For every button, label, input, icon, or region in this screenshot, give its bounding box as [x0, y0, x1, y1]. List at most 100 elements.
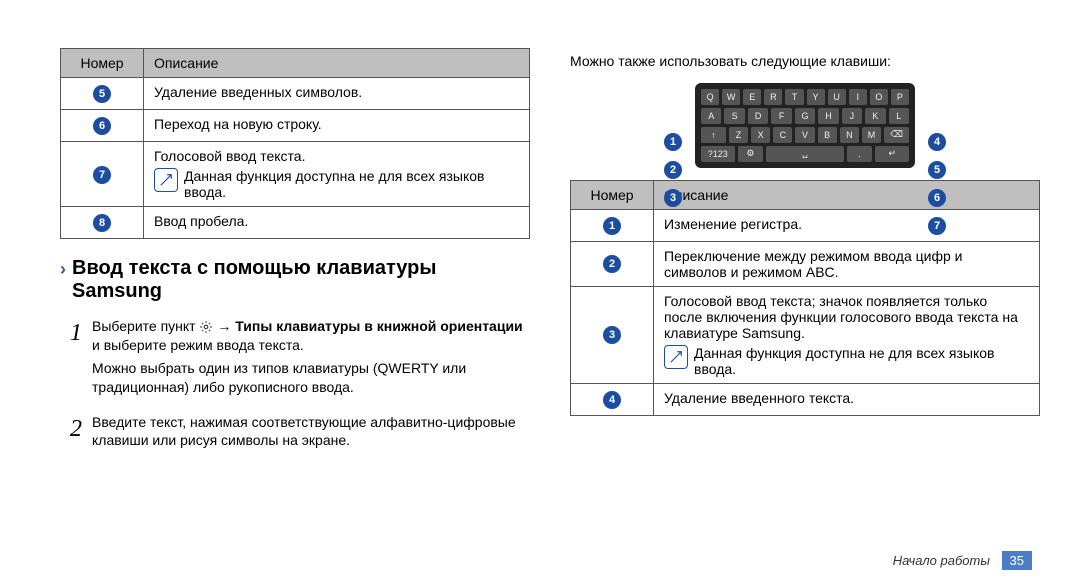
- right-th-desc: Описание: [654, 180, 1040, 209]
- callouts-left: 1 2 3: [664, 133, 682, 207]
- keyboard-row: Q W E R T Y U I O P: [701, 89, 909, 105]
- table-row: 5 Удаление введенных символов.: [61, 78, 530, 110]
- shift-key: ↑: [701, 127, 726, 143]
- cell-desc: Голосовой ввод текста; значок появляется…: [654, 286, 1040, 383]
- section-title: › Ввод текста с помощью клавиатуры Samsu…: [60, 257, 530, 303]
- left-th-num: Номер: [61, 49, 144, 78]
- key: T: [785, 89, 803, 105]
- key: U: [828, 89, 846, 105]
- enter-key: ↵: [875, 146, 909, 162]
- keyboard-row: ↑ Z X C V B N M ⌫: [701, 127, 909, 143]
- page: Номер Описание 5 Удаление введенных симв…: [0, 0, 1080, 586]
- circled-2-icon: 2: [603, 255, 621, 273]
- key: Z: [729, 127, 748, 143]
- key: Y: [807, 89, 825, 105]
- page-number: 35: [1002, 551, 1032, 570]
- note-text: Данная функция доступна не для всех язык…: [694, 345, 1029, 377]
- step-text: и выберите режим ввода текста.: [92, 337, 304, 353]
- dot-key: .: [847, 146, 873, 162]
- circled-6-icon: 6: [93, 117, 111, 135]
- table-row: 3 Голосовой ввод текста; значок появляет…: [571, 286, 1040, 383]
- key: L: [889, 108, 909, 124]
- note-icon: [664, 345, 688, 369]
- key: F: [771, 108, 791, 124]
- cell-text: Голосовой ввод текста; значок появляется…: [664, 293, 1029, 341]
- cell-desc: Переход на новую строку.: [144, 110, 530, 142]
- left-th-desc: Описание: [144, 49, 530, 78]
- key: X: [751, 127, 770, 143]
- mode-key: ?123: [701, 146, 735, 162]
- key: A: [701, 108, 721, 124]
- cell-desc: Удаление введенных символов.: [144, 78, 530, 110]
- circled-3-icon: 3: [603, 326, 621, 344]
- key: R: [764, 89, 782, 105]
- key: C: [773, 127, 792, 143]
- keyboard-row: A S D F G H J K L: [701, 108, 909, 124]
- right-column: Можно также использовать следующие клави…: [570, 48, 1040, 556]
- right-table: Номер Описание 1 Изменение регистра. 2 П…: [570, 180, 1040, 416]
- note: Данная функция доступна не для всех язык…: [664, 345, 1029, 377]
- callout-3-icon: 3: [664, 189, 682, 207]
- note-text: Данная функция доступна не для всех язык…: [184, 168, 519, 200]
- cell-desc: Голосовой ввод текста. Данная функция до…: [144, 142, 530, 207]
- step-text: Введите текст, нажимая соответствующие а…: [92, 414, 516, 449]
- step-1: 1 Выберите пункт → Типы клавиатуры в кни…: [60, 317, 530, 401]
- callout-5-icon: 5: [928, 161, 946, 179]
- key: E: [743, 89, 761, 105]
- key: H: [818, 108, 838, 124]
- step-body: Введите текст, нажимая соответствующие а…: [92, 413, 530, 451]
- circled-1-icon: 1: [603, 217, 621, 235]
- callout-6-icon: 6: [928, 189, 946, 207]
- left-table: Номер Описание 5 Удаление введенных симв…: [60, 48, 530, 239]
- cell-desc: Изменение регистра.: [654, 209, 1040, 241]
- note-icon: [154, 168, 178, 192]
- gear-icon: [199, 320, 213, 334]
- table-row: 2 Переключение между режимом ввода цифр …: [571, 241, 1040, 286]
- callout-2-icon: 2: [664, 161, 682, 179]
- key: G: [795, 108, 815, 124]
- keyboard-figure: Q W E R T Y U I O P A S D F G H: [670, 83, 940, 168]
- circled-8-icon: 8: [93, 214, 111, 232]
- key: N: [840, 127, 859, 143]
- table-row: 6 Переход на новую строку.: [61, 110, 530, 142]
- left-column: Номер Описание 5 Удаление введенных симв…: [60, 48, 530, 556]
- keyboard: Q W E R T Y U I O P A S D F G H: [695, 83, 915, 168]
- key: Q: [701, 89, 719, 105]
- callouts-right: 4 5 6 7: [928, 133, 946, 235]
- step-text: →: [217, 318, 235, 334]
- circled-4-icon: 4: [603, 391, 621, 409]
- backspace-key: ⌫: [884, 127, 909, 143]
- key: W: [722, 89, 740, 105]
- table-row: 7 Голосовой ввод текста. Данная функция …: [61, 142, 530, 207]
- table-row: 4 Удаление введенного текста.: [571, 383, 1040, 415]
- footer-label: Начало работы: [893, 553, 990, 568]
- key: D: [748, 108, 768, 124]
- key: V: [795, 127, 814, 143]
- keyboard-row: ?123 ⚙ ␣ . ↵: [701, 146, 909, 162]
- key: I: [849, 89, 867, 105]
- key: K: [865, 108, 885, 124]
- table-row: 8 Ввод пробела.: [61, 207, 530, 239]
- circled-7-icon: 7: [93, 166, 111, 184]
- key: J: [842, 108, 862, 124]
- cell-text: Голосовой ввод текста.: [154, 148, 519, 164]
- page-footer: Начало работы 35: [893, 551, 1032, 570]
- step-text: Выберите пункт: [92, 318, 199, 334]
- settings-key: ⚙: [738, 146, 764, 162]
- step-number: 1: [60, 317, 92, 401]
- callout-4-icon: 4: [928, 133, 946, 151]
- key: B: [818, 127, 837, 143]
- callout-7-icon: 7: [928, 217, 946, 235]
- callout-1-icon: 1: [664, 133, 682, 151]
- cell-desc: Переключение между режимом ввода цифр и …: [654, 241, 1040, 286]
- intro-text: Можно также использовать следующие клави…: [570, 52, 1040, 71]
- key: P: [891, 89, 909, 105]
- step-number: 2: [60, 413, 92, 451]
- step-body: Выберите пункт → Типы клавиатуры в книжн…: [92, 317, 530, 401]
- step-2: 2 Введите текст, нажимая соответствующие…: [60, 413, 530, 451]
- key: O: [870, 89, 888, 105]
- space-key: ␣: [766, 146, 843, 162]
- step-extra: Можно выбрать один из типов клавиатуры (…: [92, 359, 530, 397]
- arrow-icon: ›: [60, 259, 66, 303]
- key: M: [862, 127, 881, 143]
